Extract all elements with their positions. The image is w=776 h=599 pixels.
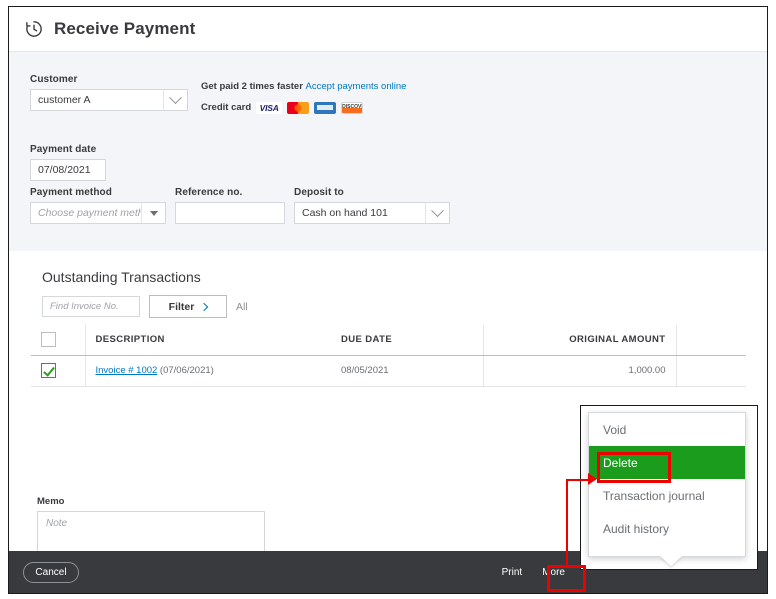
customer-field-group: Customer customer A: [30, 74, 188, 111]
window-header: Receive Payment: [9, 7, 767, 51]
promo-headline-text: Get paid 2 times faster: [201, 81, 306, 92]
promo-headline: Get paid 2 times faster Accept payments …: [201, 80, 406, 94]
filter-all-label[interactable]: All: [236, 301, 248, 313]
filter-button[interactable]: Filter: [149, 295, 227, 318]
deposit-to-label: Deposit to: [294, 187, 344, 198]
column-header-original-amount: ORIGINAL AMOUNT: [482, 325, 676, 356]
invoice-date-text: (07/06/2021): [157, 365, 214, 376]
screenshot-root: Receive Payment Customer customer A Get …: [0, 0, 776, 599]
menu-item-void[interactable]: Void: [589, 413, 745, 446]
payment-date-field-group: Payment date 07/08/2021: [30, 144, 106, 181]
find-invoice-input[interactable]: Find Invoice No.: [42, 296, 140, 317]
deposit-to-value: Cash on hand 101: [302, 207, 388, 219]
credit-card-row: Credit card VISA DISCOVER: [201, 101, 406, 115]
column-header-description: DESCRIPTION: [84, 325, 331, 356]
memo-label: Memo: [37, 496, 65, 507]
payment-method-select[interactable]: Choose payment method: [30, 202, 166, 224]
row-checkbox[interactable]: [41, 363, 56, 378]
clock-history-icon: [26, 21, 42, 37]
row-select-cell: [31, 355, 85, 387]
callout-box-delete: [597, 452, 671, 483]
memo-field-group: Memo Note: [37, 496, 265, 553]
reference-no-label: Reference no.: [175, 187, 243, 198]
promo-block: Get paid 2 times faster Accept payments …: [201, 80, 406, 116]
select-all-checkbox[interactable]: [41, 332, 56, 348]
amex-icon: [314, 102, 337, 115]
select-all-header: [31, 325, 85, 356]
callout-line-vertical: [566, 479, 568, 567]
row-due-date: 08/05/2021: [331, 355, 483, 387]
column-header-trailing: [675, 325, 746, 356]
table-header-row: DESCRIPTION DUE DATE ORIGINAL AMOUNT: [31, 325, 746, 356]
customer-label: Customer: [30, 74, 78, 85]
credit-card-label: Credit card: [201, 102, 252, 114]
invoice-link[interactable]: Invoice # 1002: [96, 365, 158, 376]
payment-method-label: Payment method: [30, 187, 112, 198]
deposit-to-field-group: Deposit to Cash on hand 101: [294, 187, 450, 224]
outstanding-transactions-table: DESCRIPTION DUE DATE ORIGINAL AMOUNT Inv…: [31, 325, 746, 387]
row-original-amount: 1,000.00: [482, 355, 676, 387]
reference-no-input[interactable]: [175, 202, 285, 224]
accept-payments-online-link[interactable]: Accept payments online: [306, 81, 407, 92]
mastercard-icon: [287, 102, 310, 115]
callout-arrowhead: [588, 473, 597, 485]
chevron-right-icon: [200, 302, 209, 311]
transactions-filter-bar: Find Invoice No. Filter All: [42, 295, 248, 318]
customer-select[interactable]: customer A: [30, 89, 188, 111]
chevron-down-icon[interactable]: [163, 90, 187, 110]
menu-item-audit-history[interactable]: Audit history: [589, 512, 745, 545]
column-header-due-date: DUE DATE: [331, 325, 483, 356]
outstanding-transactions-title: Outstanding Transactions: [42, 269, 201, 285]
cancel-button[interactable]: Cancel: [23, 561, 79, 583]
menu-item-transaction-journal[interactable]: Transaction journal: [589, 479, 745, 512]
filter-button-label: Filter: [168, 300, 195, 313]
payment-method-field-group: Payment method Choose payment method: [30, 187, 166, 224]
payment-details-panel: Customer customer A Get paid 2 times fas…: [9, 51, 767, 251]
triangle-down-icon[interactable]: [141, 203, 165, 223]
callout-box-more: [547, 565, 586, 592]
customer-value: customer A: [38, 94, 91, 106]
page-title: Receive Payment: [54, 19, 196, 38]
payment-date-input[interactable]: 07/08/2021: [30, 159, 106, 181]
table-row[interactable]: Invoice # 1002 (07/06/2021) 08/05/2021 1…: [31, 355, 746, 387]
more-menu: Void Delete Transaction journal Audit hi…: [588, 412, 746, 557]
chevron-down-icon[interactable]: [425, 203, 449, 223]
discover-icon: DISCOVER: [341, 102, 364, 115]
row-trailing-cell: [675, 355, 746, 387]
print-button[interactable]: Print: [502, 567, 523, 578]
deposit-to-select[interactable]: Cash on hand 101: [294, 202, 450, 224]
payment-method-value: Choose payment method: [38, 207, 141, 219]
row-description-cell: Invoice # 1002 (07/06/2021): [84, 355, 331, 387]
reference-no-field-group: Reference no.: [175, 187, 285, 224]
memo-input[interactable]: Note: [37, 511, 265, 553]
visa-icon: VISA: [256, 102, 283, 115]
more-menu-caret: [660, 556, 682, 566]
payment-date-label: Payment date: [30, 144, 97, 155]
